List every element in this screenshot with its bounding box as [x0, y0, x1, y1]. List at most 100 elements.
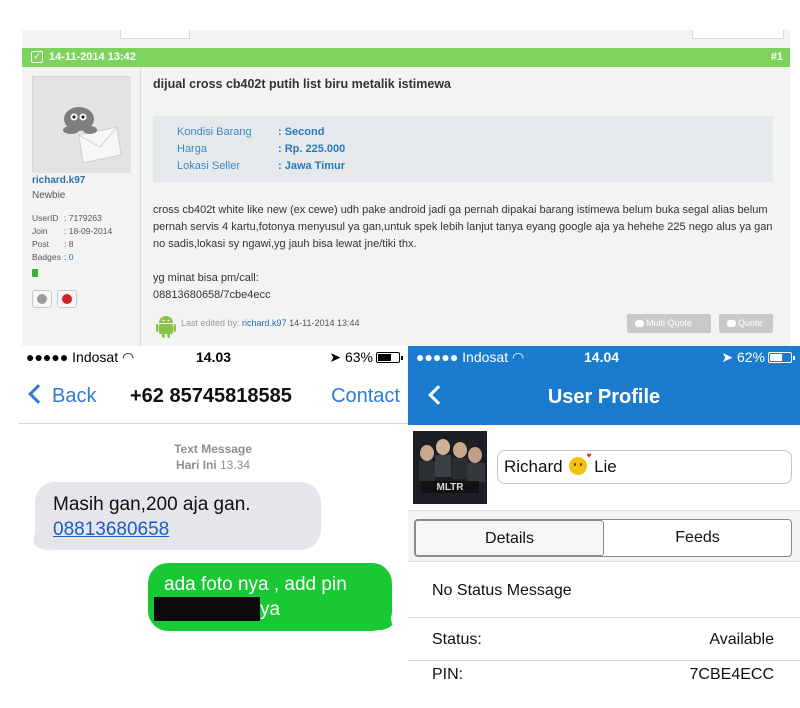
wifi-icon: ◠	[121, 349, 135, 365]
badges-link[interactable]: : 0	[64, 252, 73, 262]
message-timestamp: Hari Ini 13.34	[18, 458, 408, 472]
profile-screen: ●●●●● Indosat ◠ 14.04 ➤ 62% User Profile…	[408, 346, 800, 708]
pin-row: PIN: 7CBE4ECC	[408, 661, 800, 691]
post-date: 14-11-2014 13:42	[49, 51, 136, 63]
battery-percent: 62%	[736, 349, 765, 365]
post-body: cross cb402t white like new (ex cewe) ud…	[153, 202, 779, 321]
post-contact-paragraph: yg minat bisa pm/call: 08813680658/7cbe4…	[153, 272, 271, 301]
info-row: Kondisi Barang : Second	[177, 126, 324, 138]
outgoing-message-line: ada foto nya , add pin	[164, 574, 347, 595]
edit-prefix: Last edited by:	[181, 318, 243, 328]
status-bar: ●●●●● Indosat ◠ 14.03 ➤ 63%	[18, 346, 408, 369]
smiley-heart-emoji-icon: ♥	[569, 452, 591, 475]
editor-link[interactable]: richard.k97	[242, 318, 287, 328]
back-button[interactable]: Back	[52, 385, 96, 408]
user-stat-row: Post : 8	[32, 238, 112, 251]
multi-quote-button[interactable]: Multi Quote	[627, 314, 711, 333]
forum-post: ✓ 14-11-2014 13:42 #1 richard.k97 Newbie…	[22, 30, 790, 346]
name-first: Richard	[504, 457, 563, 476]
clock: 14.04	[584, 349, 620, 365]
bubble-tail-mask	[391, 612, 403, 632]
quote-bubble-icon	[727, 320, 736, 327]
report-icon	[62, 294, 72, 304]
stat-key: UserID	[32, 213, 59, 223]
pin-label: PIN:	[432, 666, 464, 683]
default-avatar-icon	[33, 77, 131, 173]
status-bar: ●●●●● Indosat ◠ 14.04 ➤ 62%	[408, 346, 800, 369]
battery-fill	[770, 354, 782, 361]
stat-key: Post	[32, 239, 50, 249]
phone-number-link[interactable]: 08813680658	[53, 517, 303, 542]
last-edited-text: Last edited by: richard.k97 14-11-2014 1…	[181, 318, 360, 328]
user-stat-row: UserID: 7179263	[32, 212, 112, 225]
stat-key: Badges	[32, 252, 61, 262]
post-footer: Last edited by: richard.k97 14-11-2014 1…	[153, 312, 783, 344]
user-rank: Newbie	[32, 190, 66, 201]
post-number-link[interactable]: #1	[771, 51, 783, 63]
battery-fill	[378, 354, 391, 361]
user-stat-row: Join : 18-09-2014	[32, 225, 112, 238]
profile-icon	[37, 294, 47, 304]
location-arrow-icon: ➤	[721, 349, 734, 365]
battery-icon	[768, 352, 795, 363]
quote-button[interactable]: Quote	[719, 314, 773, 333]
user-stat-row: Badges: 0	[32, 251, 112, 264]
status-message-text: No Status Message	[432, 582, 572, 599]
location-arrow-icon: ➤	[329, 349, 342, 365]
stat-key: Join	[32, 226, 48, 236]
multi-quote-label: Multi Quote	[646, 318, 693, 328]
band-logo-text: MLTR	[436, 482, 464, 493]
username-link[interactable]: richard.k97	[32, 175, 85, 186]
report-button[interactable]	[57, 290, 77, 308]
status-label: Status:	[432, 631, 482, 648]
user-profile-button[interactable]	[32, 290, 52, 308]
message-day: Hari Ini	[175, 458, 217, 472]
pin-value: 7CBE4ECC	[689, 666, 774, 683]
profile-header: ●●●●● Indosat ◠ 14.04 ➤ 62% User Profile	[408, 346, 800, 425]
battery-indicator: ➤ 62%	[721, 349, 795, 366]
status-message-row: No Status Message	[408, 562, 800, 618]
battery-icon	[376, 352, 403, 363]
status-value: Available	[709, 631, 774, 648]
carrier-text: ●●●●● Indosat	[416, 349, 509, 365]
carrier-label: ●●●●● Indosat ◠	[416, 349, 524, 366]
info-value: : Jawa Timur	[278, 160, 346, 172]
forum-top-tab	[120, 30, 190, 39]
tab-feeds[interactable]: Feeds	[604, 520, 791, 556]
edit-time: 14-11-2014 13:44	[289, 318, 360, 328]
battery-indicator: ➤ 63%	[329, 349, 403, 366]
status-row: Status: Available	[408, 618, 800, 661]
stat-value: : 8	[64, 239, 74, 249]
stat-value: : 18-09-2014	[64, 226, 113, 236]
incoming-message-bubble: Masih gan,200 aja gan. 08813680658	[35, 482, 321, 550]
info-key: Lokasi Seller	[177, 160, 240, 172]
column-divider	[140, 67, 141, 346]
sms-screen: ●●●●● Indosat ◠ 14.03 ➤ 63% Back +62 857…	[18, 346, 408, 708]
profile-title: User Profile	[547, 386, 661, 408]
info-value: : Rp. 225.000	[278, 143, 346, 155]
profile-photo[interactable]: MLTR	[413, 431, 487, 504]
forum-avatar[interactable]	[32, 76, 131, 173]
info-row: Lokasi Seller : Jawa Timur	[177, 160, 345, 172]
message-type-label: Text Message	[174, 442, 252, 456]
heart-icon: ♥	[586, 451, 592, 460]
clock: 14.03	[196, 349, 232, 365]
checkbox-icon[interactable]: ✓	[31, 51, 43, 63]
online-status-icon	[32, 269, 38, 277]
info-row: Harga: Rp. 225.000	[177, 143, 345, 155]
item-info-box: Kondisi Barang : Second Harga: Rp. 225.00…	[153, 116, 773, 182]
name-last: Lie	[594, 457, 617, 476]
forum-top-tab	[692, 30, 784, 39]
segmented-control: Details Feeds	[414, 519, 792, 557]
info-value: : Second	[278, 126, 325, 138]
incoming-message-text: Masih gan,200 aja gan.	[53, 494, 251, 515]
battery-percent: 63%	[344, 349, 373, 365]
post-paragraph: cross cb402t white like new (ex cewe) ud…	[153, 204, 773, 250]
quote-label: Quote	[738, 318, 763, 328]
info-key: Kondisi Barang	[177, 126, 252, 138]
redaction-box	[154, 597, 260, 621]
carrier-label: ●●●●● Indosat ◠	[26, 349, 134, 366]
tab-details[interactable]: Details	[415, 520, 604, 556]
contact-button[interactable]: Contact	[331, 385, 400, 408]
display-name-field: Richard ♥ Lie	[497, 450, 792, 484]
